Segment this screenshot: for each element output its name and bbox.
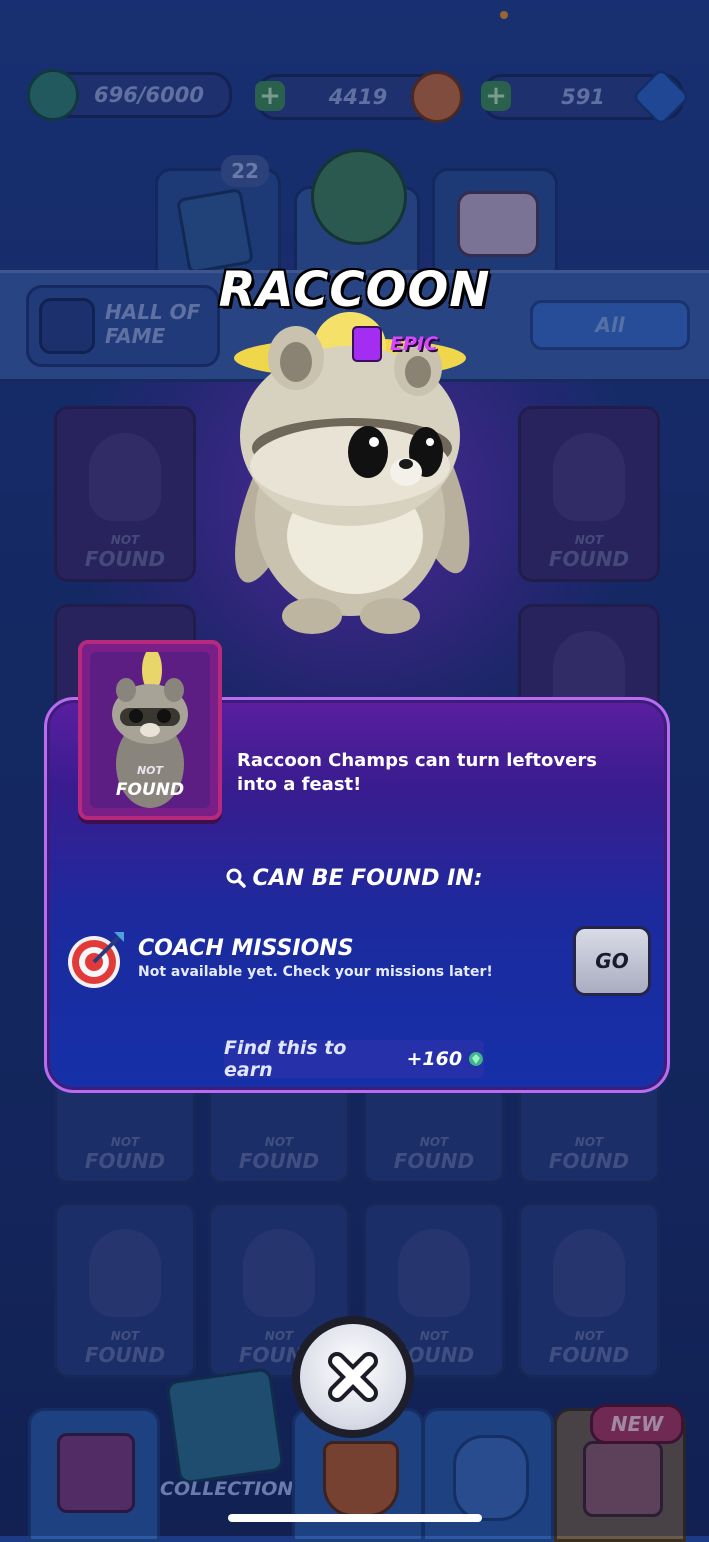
gem-small-icon xyxy=(469,1052,484,1066)
rarity-indicator: EPIC xyxy=(352,326,438,362)
character-card-art: NOT FOUND xyxy=(90,652,210,808)
found-in-heading: CAN BE FOUND IN: xyxy=(0,866,709,891)
epic-gem-icon xyxy=(352,326,382,362)
close-icon xyxy=(328,1352,378,1402)
reward-prefix: Find this to earn xyxy=(224,1037,347,1081)
found-in-label: CAN BE FOUND IN: xyxy=(252,866,483,891)
character-card: NOT FOUND xyxy=(78,640,222,820)
target-icon xyxy=(68,932,124,988)
search-icon xyxy=(226,868,247,888)
mission-title: COACH MISSIONS xyxy=(138,936,354,961)
reward-banner: Find this to earn +160 xyxy=(224,1037,484,1081)
mission-subtitle: Not available yet. Check your missions l… xyxy=(138,964,493,980)
rarity-label: EPIC xyxy=(390,333,438,355)
character-description: Raccoon Champs can turn leftovers into a… xyxy=(237,750,597,795)
card-not-label: NOT xyxy=(136,764,164,777)
card-found-label: FOUND xyxy=(115,780,185,800)
close-button-face xyxy=(300,1324,406,1430)
reward-amount: +160 xyxy=(406,1048,463,1070)
raccoon-character-model xyxy=(234,312,470,634)
go-button[interactable]: GO xyxy=(573,926,651,996)
home-indicator[interactable] xyxy=(228,1514,482,1522)
character-name: RACCOON xyxy=(218,262,491,318)
close-button[interactable] xyxy=(292,1316,414,1438)
